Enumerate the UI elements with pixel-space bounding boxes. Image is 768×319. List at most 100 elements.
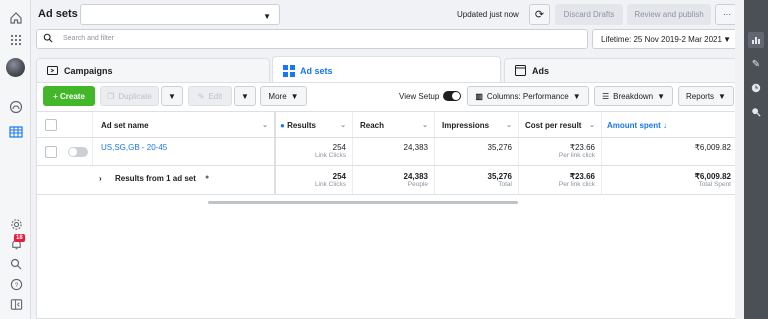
edit-button[interactable]: ✎ Edit xyxy=(188,86,232,106)
create-button[interactable]: + Create xyxy=(43,86,95,106)
refresh-icon: ⟳ xyxy=(534,9,545,21)
col-header-reach[interactable]: Reach ⌄ xyxy=(352,112,434,137)
date-range-picker[interactable]: Lifetime: 25 Nov 2019-2 Mar 2021 ▼ xyxy=(592,29,738,49)
chevron-down-icon: ▼ xyxy=(657,91,666,101)
sort-icon: ⌄ xyxy=(340,122,346,129)
folder-icon xyxy=(47,65,58,76)
cell-value: 254 xyxy=(332,143,346,152)
cell-value: 24,383 xyxy=(403,172,428,181)
discard-drafts-button[interactable]: Discard Drafts xyxy=(555,4,623,25)
tab-label: Ads xyxy=(532,65,550,76)
tab-ads[interactable]: Ads xyxy=(504,58,738,82)
settings-gear-icon[interactable] xyxy=(8,216,24,232)
tab-ad-sets[interactable]: Ad sets xyxy=(272,56,501,84)
expand-chevron-icon[interactable]: › xyxy=(99,174,102,183)
cell-impressions: 35,276 xyxy=(434,138,518,165)
columns-icon: ▥ xyxy=(475,91,483,101)
view-setup-toggle[interactable] xyxy=(443,91,461,101)
svg-text:?: ? xyxy=(14,281,18,288)
select-all-checkbox[interactable] xyxy=(45,119,57,131)
chevron-down-icon: ▼ xyxy=(263,12,271,21)
col-header-label: Results xyxy=(287,121,316,130)
cell-subvalue: People xyxy=(407,181,428,188)
reports-label: Reports xyxy=(686,91,715,101)
col-header-cost-per-result[interactable]: Cost per result ⌄ xyxy=(518,112,601,137)
info-icon: ● xyxy=(205,174,210,181)
ads-manager-table-icon[interactable] xyxy=(8,124,24,140)
help-icon[interactable]: ? xyxy=(8,276,24,292)
updated-status: Updated just now xyxy=(457,10,519,19)
cell-value: 254 xyxy=(332,172,346,181)
cell-value: ₹23.66 xyxy=(569,172,595,181)
table-summary-row: › Results from 1 ad set ● 254 Link Click… xyxy=(37,165,737,195)
col-header-label: Amount spent xyxy=(607,121,661,130)
chevron-down-icon: ▼ xyxy=(723,35,731,44)
cell-subvalue: Total xyxy=(498,181,512,188)
notification-count-badge: 18 xyxy=(14,234,25,242)
date-range-label: Lifetime: 25 Nov 2019-2 Mar 2021 xyxy=(601,34,722,44)
col-header-impressions[interactable]: Impressions ⌄ xyxy=(434,112,518,137)
summary-results: 254 Link Clicks xyxy=(274,166,352,194)
columns-dropdown[interactable]: ▥ Columns: Performance ▼ xyxy=(467,86,589,106)
search-icon[interactable] xyxy=(8,256,24,272)
duplicate-dropdown[interactable]: ▼ xyxy=(161,86,183,106)
more-button[interactable]: More ▼ xyxy=(260,86,307,106)
refresh-button[interactable]: ⟳ xyxy=(529,4,550,25)
tab-campaigns[interactable]: Campaigns xyxy=(36,58,270,82)
view-setup-label: View Setup xyxy=(399,92,440,101)
tab-label: Ad sets xyxy=(300,65,333,76)
search-input[interactable]: Search and filter xyxy=(63,35,114,42)
pencil-icon[interactable]: ✎ xyxy=(748,56,764,72)
col-header-label: Ad set name xyxy=(101,121,149,130)
dashboard-gauge-icon[interactable] xyxy=(8,99,24,115)
row-status-toggle[interactable] xyxy=(68,147,88,157)
row-checkbox[interactable] xyxy=(45,146,57,158)
sort-desc-icon: ↓ xyxy=(663,121,668,130)
col-header-amount-spent[interactable]: Amount spent ↓ xyxy=(601,112,737,137)
cell-amount-spent: ₹6,009.82 xyxy=(601,138,737,165)
duplicate-button[interactable]: ❐ Duplicate xyxy=(100,86,159,106)
col-header-name[interactable]: Ad set name ⌄ xyxy=(92,112,274,137)
summary-reach: 24,383 People xyxy=(352,166,434,194)
avatar[interactable] xyxy=(6,58,25,77)
sort-icon: ⌄ xyxy=(589,122,595,129)
ad-set-selector[interactable]: ▼ xyxy=(80,4,280,25)
page-header: Ad sets ▼ Updated just now ⟳ Discard Dra… xyxy=(31,0,744,28)
clock-icon[interactable] xyxy=(748,80,764,96)
summary-impressions: 35,276 Total xyxy=(434,166,518,194)
ad-set-name-link[interactable]: US,SG,GB - 20-45 xyxy=(92,138,274,165)
cell-subvalue: Total Spent xyxy=(698,181,731,188)
left-nav: 18 ? xyxy=(0,0,31,319)
col-header-results[interactable]: ● Results ⌄ xyxy=(274,112,352,137)
info-icon: ● xyxy=(280,121,285,130)
breakdown-dropdown[interactable]: ☰ Breakdown ▼ xyxy=(594,86,673,106)
duplicate-icon: ❐ xyxy=(107,91,115,101)
cell-cost-per-result: ₹23.66 Per link click xyxy=(518,138,601,165)
pencil-icon: ✎ xyxy=(197,91,205,101)
sort-icon: ⌄ xyxy=(262,122,268,129)
bar-chart-icon[interactable] xyxy=(748,32,764,48)
home-icon[interactable] xyxy=(8,10,24,26)
horizontal-scrollbar[interactable] xyxy=(208,201,518,204)
review-publish-button[interactable]: Review and publish xyxy=(627,4,711,25)
reports-dropdown[interactable]: Reports ▼ xyxy=(678,86,734,106)
cell-subvalue: Per link click xyxy=(558,181,595,188)
zoom-search-icon[interactable] xyxy=(748,104,764,120)
duplicate-label: Duplicate xyxy=(118,91,152,101)
chevron-down-icon: ▼ xyxy=(168,91,176,101)
breakdown-label: Breakdown xyxy=(613,91,654,101)
sort-icon: ⌄ xyxy=(506,122,512,129)
cell-reach: 24,383 xyxy=(352,138,434,165)
cell-value: ₹6,009.82 xyxy=(694,172,731,181)
search-filter-bar[interactable]: Search and filter xyxy=(36,29,588,49)
cell-value: 35,276 xyxy=(487,172,512,181)
apps-grid-icon[interactable] xyxy=(8,32,24,48)
cell-results: 254 Link Clicks xyxy=(274,138,352,165)
table-row[interactable]: US,SG,GB - 20-45 254 Link Clicks 24,383 … xyxy=(37,137,737,165)
collapse-panel-icon[interactable] xyxy=(8,296,24,312)
summary-amount-spent: ₹6,009.82 Total Spent xyxy=(601,166,737,194)
breakdown-icon: ☰ xyxy=(601,91,610,101)
edit-dropdown[interactable]: ▼ xyxy=(234,86,256,106)
right-rail: ✎ xyxy=(744,0,768,319)
cell-subvalue: Per link click xyxy=(558,152,595,159)
